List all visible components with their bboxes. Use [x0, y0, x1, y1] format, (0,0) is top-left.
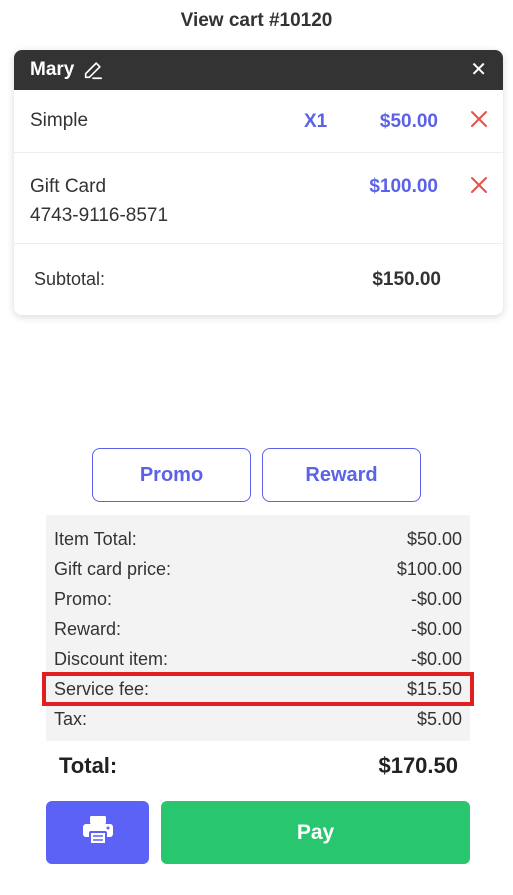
- summary-value: -$0.00: [410, 648, 462, 669]
- cart-card: Mary ✕ Simple X1 $50.00 Gift Card 4743-9…: [14, 50, 503, 315]
- total-label: Total:: [59, 753, 118, 778]
- printer-icon: [81, 815, 115, 850]
- item-quantity[interactable]: X1: [304, 111, 327, 133]
- summary-value: $5.00: [416, 708, 462, 729]
- page-title: View cart #10120: [180, 10, 333, 31]
- item-price: $50.00: [379, 111, 438, 132]
- summary-label: Reward:: [54, 618, 122, 639]
- subtotal-value: $150.00: [372, 269, 441, 290]
- summary-label: Item Total:: [54, 528, 137, 549]
- pencil-icon[interactable]: [82, 59, 104, 81]
- pay-button[interactable]: Pay: [161, 801, 470, 864]
- print-button[interactable]: [46, 801, 149, 864]
- summary-row: Item Total: $50.00: [46, 524, 470, 554]
- summary-value: $50.00: [406, 528, 462, 549]
- subtotal-label: Subtotal:: [34, 269, 106, 289]
- summary-row: Discount item: -$0.00: [46, 644, 470, 674]
- summary-label: Gift card price:: [54, 558, 172, 579]
- close-icon[interactable]: ✕: [470, 60, 487, 80]
- total-value: $170.50: [378, 753, 458, 778]
- summary-value: -$0.00: [410, 588, 462, 609]
- cart-header: Mary ✕: [14, 50, 503, 90]
- summary-row: Reward: -$0.00: [46, 614, 470, 644]
- summary-value: $100.00: [396, 558, 462, 579]
- reward-button[interactable]: Reward: [262, 448, 421, 502]
- promo-button[interactable]: Promo: [92, 448, 251, 502]
- remove-x-icon[interactable]: [469, 109, 489, 129]
- summary-value: -$0.00: [410, 618, 462, 639]
- summary-label: Promo:: [54, 588, 113, 609]
- cart-item-row: Simple X1 $50.00: [14, 90, 503, 153]
- summary-label: Tax:: [54, 708, 88, 729]
- cart-item-row: Gift Card 4743-9116-8571 $100.00: [14, 153, 503, 244]
- summary-label: Discount item:: [54, 648, 169, 669]
- summary-row: Promo: -$0.00: [46, 584, 470, 614]
- customer-name: Mary: [30, 59, 75, 80]
- remove-x-icon[interactable]: [469, 175, 489, 195]
- item-price: $100.00: [369, 176, 438, 197]
- item-name: Simple: [30, 110, 89, 131]
- summary-row: Tax: $5.00: [46, 704, 470, 734]
- service-fee-highlight-box: [42, 672, 474, 706]
- order-summary: Item Total: $50.00 Gift card price: $100…: [46, 515, 470, 741]
- summary-row: Gift card price: $100.00: [46, 554, 470, 584]
- subtotal-row: Subtotal: $150.00: [14, 244, 503, 314]
- gift-card-code: 4743-9116-8571: [30, 205, 169, 226]
- item-name: Gift Card: [30, 176, 107, 197]
